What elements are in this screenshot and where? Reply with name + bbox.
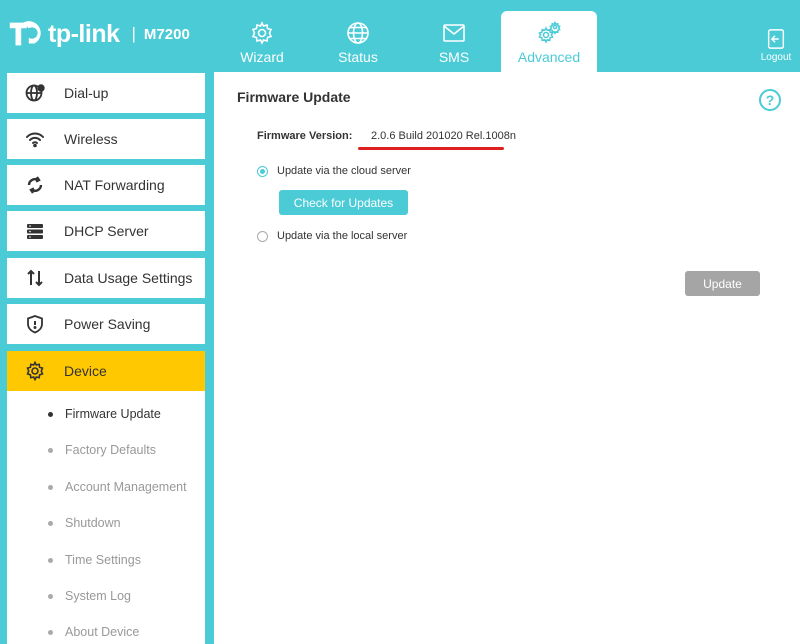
globe-icon bbox=[347, 22, 369, 44]
submenu-item-factory-defaults[interactable]: Factory Defaults bbox=[7, 432, 205, 468]
gear-icon bbox=[251, 21, 273, 45]
radio-local-server[interactable]: Update via the local server bbox=[257, 230, 407, 242]
sidebar-item-dial-up[interactable]: Dial-up bbox=[7, 73, 205, 113]
tab-label: Status bbox=[338, 49, 378, 65]
device-submenu: Firmware Update Factory Defaults Account… bbox=[7, 391, 205, 644]
wifi-icon bbox=[25, 129, 45, 149]
tab-status[interactable]: Status bbox=[310, 11, 406, 72]
bullet-dot bbox=[48, 484, 53, 490]
submenu-item-account-management[interactable]: Account Management bbox=[7, 469, 205, 505]
radio-button-checked[interactable] bbox=[257, 165, 268, 177]
tab-label: SMS bbox=[438, 49, 470, 65]
submenu-item-label: Shutdown bbox=[65, 516, 121, 530]
tab-label: Advanced bbox=[517, 49, 581, 65]
submenu-item-label: Factory Defaults bbox=[65, 443, 157, 457]
model-name: M7200 bbox=[143, 25, 190, 43]
submenu-item-time-settings[interactable]: Time Settings bbox=[7, 542, 205, 578]
firmware-version-label: Firmware Version: bbox=[257, 130, 353, 142]
red-underline-annotation bbox=[358, 147, 504, 150]
submenu-item-label: System Log bbox=[65, 589, 132, 603]
sidebar-item-dhcp-server[interactable]: DHCP Server bbox=[7, 211, 205, 251]
bullet-dot bbox=[48, 411, 53, 417]
update-button[interactable]: Update bbox=[685, 271, 760, 296]
page-title: Firmware Update bbox=[237, 89, 351, 105]
bullet-dot bbox=[48, 447, 53, 453]
submenu-item-about-device[interactable]: About Device bbox=[7, 614, 205, 644]
tab-advanced[interactable]: Advanced bbox=[501, 11, 597, 72]
check-for-updates-button[interactable]: Check for Updates bbox=[279, 190, 408, 215]
sidebar-item-nat-forwarding[interactable]: NAT Forwarding bbox=[7, 165, 205, 205]
bullet-dot bbox=[48, 520, 53, 526]
logout-icon bbox=[767, 29, 785, 49]
brand-separator: | bbox=[131, 24, 136, 43]
sidebar-item-label: Device bbox=[64, 363, 107, 379]
server-icon bbox=[25, 221, 45, 241]
sidebar-item-label: NAT Forwarding bbox=[64, 177, 165, 193]
logout-label: Logout bbox=[760, 52, 792, 63]
submenu-item-shutdown[interactable]: Shutdown bbox=[7, 505, 205, 541]
bullet-dot bbox=[48, 593, 53, 599]
tab-sms[interactable]: SMS bbox=[406, 11, 502, 72]
sidebar-item-power-saving[interactable]: Power Saving bbox=[7, 304, 205, 344]
globe-gear-icon bbox=[25, 83, 45, 103]
logout-button[interactable]: Logout bbox=[756, 28, 796, 63]
submenu-item-label: Time Settings bbox=[65, 553, 141, 567]
submenu-item-firmware-update[interactable]: Firmware Update bbox=[7, 396, 205, 432]
envelope-icon bbox=[443, 24, 465, 42]
sidebar-item-label: Power Saving bbox=[64, 316, 151, 332]
firmware-version-value: 2.0.6 Build 201020 Rel.1008n bbox=[371, 130, 516, 142]
sidebar: Dial-up Wireless NAT Forwarding DHCP Ser… bbox=[0, 72, 207, 644]
radio-label: Update via the local server bbox=[277, 230, 408, 242]
radio-button-unchecked[interactable] bbox=[257, 230, 268, 242]
brand-logo: tp-link | M7200 bbox=[6, 14, 190, 54]
gears-icon bbox=[538, 21, 561, 44]
radio-label: Update via the cloud server bbox=[277, 165, 411, 177]
tab-wizard[interactable]: Wizard bbox=[214, 11, 310, 72]
tplink-logo-icon bbox=[9, 21, 41, 46]
gear-icon bbox=[25, 361, 45, 381]
bullet-dot bbox=[48, 557, 53, 563]
header: tp-link | M7200 Wizard Status SMS Advanc… bbox=[0, 0, 800, 72]
shield-icon bbox=[25, 314, 45, 334]
submenu-item-label: Firmware Update bbox=[65, 407, 161, 421]
sidebar-item-data-usage-settings[interactable]: Data Usage Settings bbox=[7, 258, 205, 298]
sidebar-item-device[interactable]: Device bbox=[7, 351, 205, 391]
brand-name: tp-link bbox=[48, 19, 120, 48]
bullet-dot bbox=[48, 629, 53, 635]
radio-cloud-server[interactable]: Update via the cloud server bbox=[257, 165, 411, 177]
refresh-icon bbox=[25, 175, 45, 195]
main-content: Firmware Update ? Firmware Version: 2.0.… bbox=[214, 72, 800, 644]
sidebar-item-label: Data Usage Settings bbox=[64, 270, 193, 286]
help-icon[interactable]: ? bbox=[759, 89, 781, 111]
sidebar-item-label: Dial-up bbox=[64, 85, 109, 101]
submenu-item-system-log[interactable]: System Log bbox=[7, 578, 205, 614]
submenu-item-label: Account Management bbox=[65, 480, 187, 494]
top-nav: Wizard Status SMS Advanced bbox=[214, 11, 597, 72]
submenu-item-label: About Device bbox=[65, 625, 140, 639]
sidebar-item-label: DHCP Server bbox=[64, 223, 149, 239]
sidebar-item-label: Wireless bbox=[64, 131, 118, 147]
up-down-arrows-icon bbox=[25, 268, 45, 288]
tab-label: Wizard bbox=[240, 49, 284, 65]
sidebar-item-wireless[interactable]: Wireless bbox=[7, 119, 205, 159]
